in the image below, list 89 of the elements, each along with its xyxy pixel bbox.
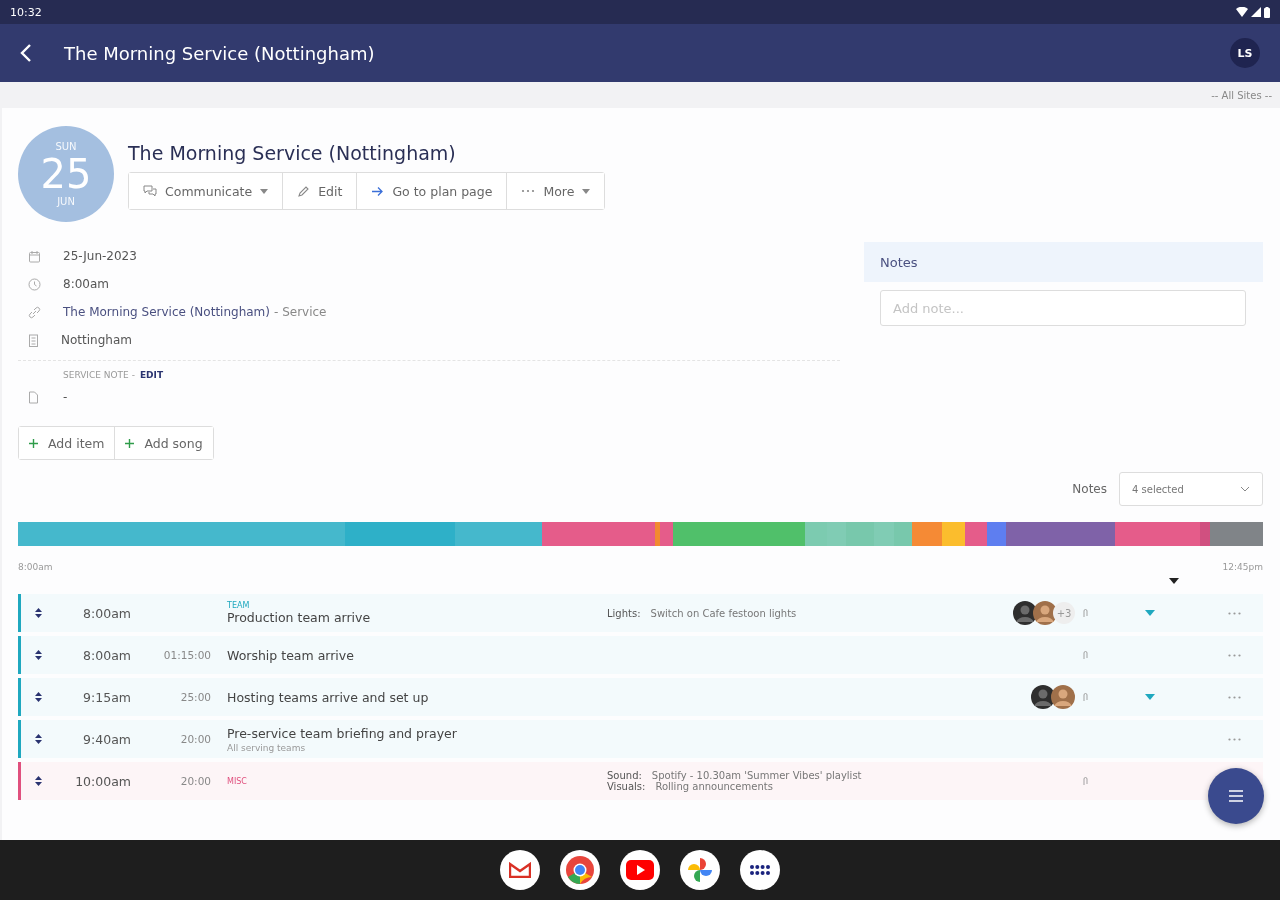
- chat-icon: [143, 185, 157, 197]
- day-number: 25: [40, 152, 92, 196]
- plus-icon: [125, 438, 135, 448]
- browser-app-icon[interactable]: [560, 850, 600, 890]
- expand-icon[interactable]: [1145, 694, 1155, 700]
- building-icon: [28, 333, 39, 347]
- note-label: Visuals:: [607, 781, 646, 792]
- pencil-icon: [297, 184, 311, 198]
- back-icon[interactable]: [20, 43, 32, 63]
- item-time: 10:00am: [74, 773, 131, 789]
- note-input-field[interactable]: Add note...: [880, 290, 1246, 326]
- wifi-icon: [1236, 7, 1248, 17]
- detail-text: 8:00am: [63, 277, 109, 291]
- item-title[interactable]: Pre-service team briefing and prayer: [227, 725, 607, 741]
- event-title: The Morning Service (Nottingham): [128, 142, 457, 164]
- more-icon[interactable]: [1227, 611, 1241, 615]
- notes-heading: Notes: [880, 254, 918, 270]
- item-duration: 20:00: [179, 733, 211, 745]
- item-time: 9:40am: [82, 731, 131, 747]
- note-text: Spotify - 10.30am 'Summer Vibes' playlist: [651, 770, 862, 781]
- service-link[interactable]: The Morning Service (Nottingham): [63, 305, 270, 319]
- add-item-button[interactable]: Add item: [19, 427, 116, 459]
- plan-row[interactable]: 8:00am TEAM Production team arrive Lights: Switch on Cafe festoon lights +3: [18, 594, 1263, 632]
- item-time: 8:00am: [82, 605, 131, 621]
- clock-icon: [28, 277, 41, 291]
- note-text: Rolling announcements: [655, 781, 773, 792]
- item-subtitle: All serving teams: [227, 742, 307, 753]
- apps-icon[interactable]: [740, 850, 780, 890]
- video-app-icon[interactable]: [620, 850, 660, 890]
- arrow-icon: [371, 185, 385, 197]
- notes-select[interactable]: 4 selected: [1119, 472, 1263, 506]
- people-count: +3: [1053, 602, 1075, 624]
- item-title[interactable]: Hosting teams arrive and set up: [227, 689, 607, 705]
- item-time: 9:15am: [82, 689, 131, 705]
- dots-icon: [521, 189, 536, 193]
- service-type: - Service: [274, 305, 327, 319]
- mail-app-icon[interactable]: [500, 850, 540, 890]
- calendar-icon: [28, 249, 41, 263]
- avatar: [1033, 601, 1057, 625]
- item-title[interactable]: Worship team arrive: [227, 647, 607, 663]
- clock-time: 10:32: [10, 5, 42, 19]
- edit-link[interactable]: EDIT: [139, 370, 164, 380]
- plus-icon: [29, 438, 38, 448]
- caret-icon: [582, 188, 591, 194]
- plan-row[interactable]: 9:40am 20:00 Pre-service team briefing and prayer All serving teams: [18, 720, 1263, 758]
- more-icon[interactable]: [1227, 737, 1241, 741]
- item-title[interactable]: Production team arrive: [227, 610, 607, 625]
- user-avatar[interactable]: LS: [1230, 38, 1260, 68]
- document-icon: [28, 390, 39, 404]
- plan-row[interactable]: 10:00am 20:00 MISC Sound: Spotify - 10.30am 'Summer Vibes' playlist Visuals: Rolling announcements: [18, 762, 1263, 800]
- more-icon[interactable]: [1227, 695, 1241, 699]
- menu-icon: [1228, 790, 1244, 802]
- drag-handle-icon[interactable]: [34, 608, 42, 618]
- expand-icon[interactable]: [1145, 610, 1155, 616]
- detail-text: 25-Jun-2023: [63, 249, 137, 263]
- caret-icon: [260, 188, 269, 194]
- weekday-label: SUN: [55, 141, 77, 152]
- detail-text: Nottingham: [61, 333, 132, 347]
- note-label: Lights:: [607, 607, 641, 619]
- item-time: 8:00am: [82, 647, 131, 663]
- item-duration: 25:00: [179, 691, 211, 703]
- filter-label: Notes: [1072, 482, 1107, 496]
- page-title: The Morning Service (Nottingham): [64, 42, 376, 64]
- note-label: Sound:: [607, 770, 642, 781]
- communicate-button[interactable]: Communicate: [129, 173, 284, 209]
- avatar: [1051, 685, 1075, 709]
- service-note-label: SERVICE NOTE -: [63, 370, 135, 380]
- more-icon[interactable]: [1227, 653, 1241, 657]
- chevron-icon: [1240, 486, 1250, 492]
- drag-handle-icon[interactable]: [34, 650, 42, 660]
- battery-icon: [1264, 6, 1270, 18]
- service-note-text: -: [63, 390, 68, 404]
- drag-handle-icon[interactable]: [34, 692, 42, 702]
- item-duration: 01:15:00: [162, 649, 211, 661]
- link-icon: [28, 305, 41, 319]
- month-label: JUN: [57, 196, 75, 207]
- pinwheel-app-icon[interactable]: [680, 850, 720, 890]
- category-label: TEAM: [227, 601, 251, 610]
- note-text: Switch on Cafe festoon lights: [650, 607, 797, 619]
- plan-row[interactable]: 8:00am 01:15:00 Worship team arrive: [18, 636, 1263, 674]
- signal-icon: [1251, 7, 1261, 17]
- item-duration: 20:00: [179, 775, 211, 787]
- drag-handle-icon[interactable]: [34, 734, 42, 744]
- category-label: MISC: [227, 776, 248, 786]
- drag-handle-icon[interactable]: [34, 776, 42, 786]
- timeline-end: 12:45pm: [1222, 562, 1263, 572]
- plan-row[interactable]: 9:15am 25:00 Hosting teams arrive and set up: [18, 678, 1263, 716]
- timeline-start: 8:00am: [18, 562, 53, 572]
- caret-icon: [1169, 578, 1179, 584]
